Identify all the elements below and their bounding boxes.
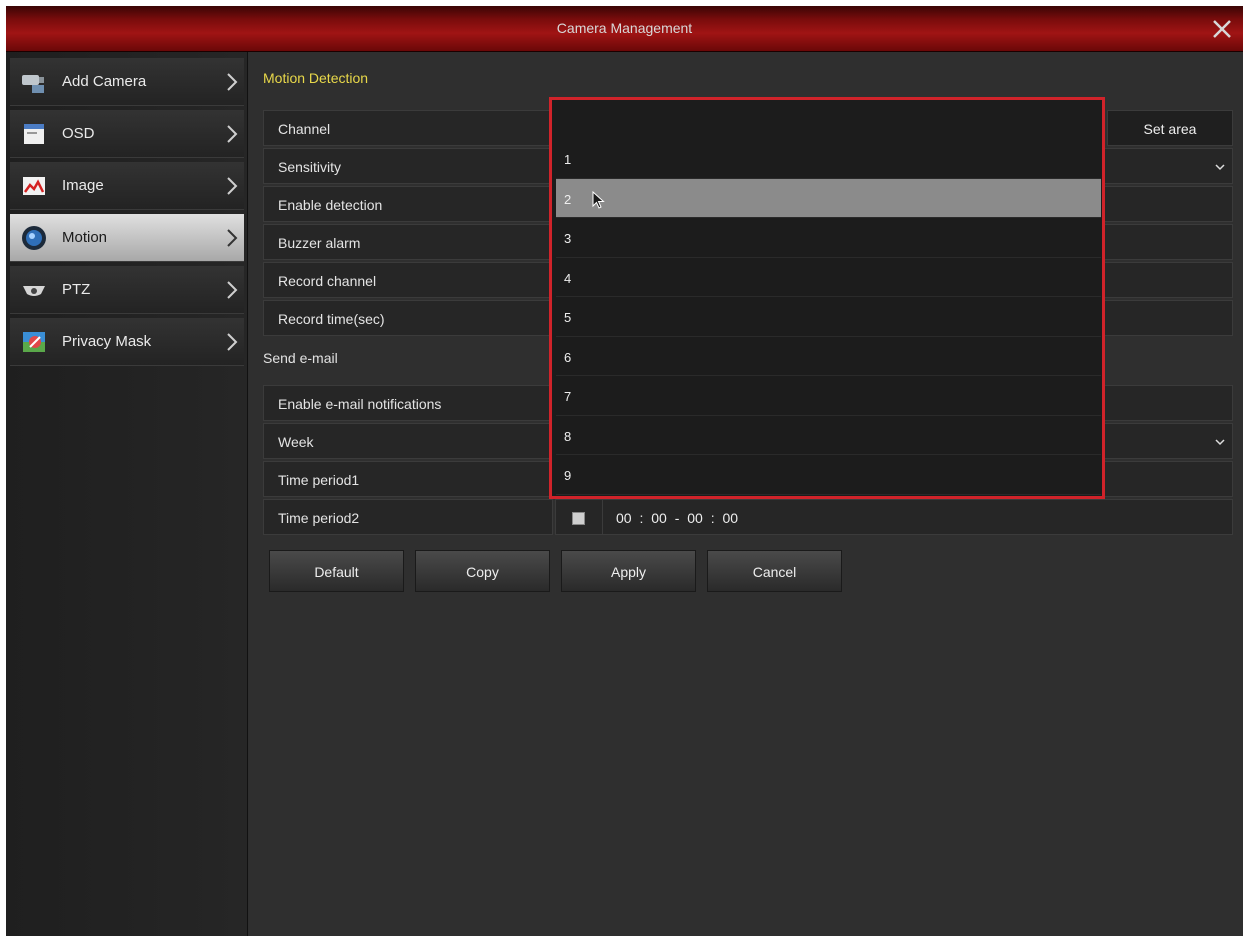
section-title: Motion Detection <box>263 70 369 86</box>
sidebar-item-label: Motion <box>62 229 108 246</box>
chevron-down-icon <box>1215 439 1225 446</box>
sidebar-item-add-camera[interactable]: Add Camera <box>10 58 244 106</box>
row-label: Time period2 <box>278 510 360 526</box>
motion-icon <box>22 226 46 250</box>
button-label: Copy <box>466 564 499 580</box>
row-time-period2: Time period2 <box>263 499 553 535</box>
dropdown-option-6[interactable]: 6 <box>556 337 1101 376</box>
chevron-right-icon <box>227 125 238 143</box>
chevron-right-icon <box>227 177 238 195</box>
button-label: Default <box>314 564 359 580</box>
row-record-time: Record time(sec) <box>263 300 553 336</box>
ptz-camera-icon <box>23 286 45 296</box>
time-period2-value: 00 : 00 - 00 : 00 <box>555 499 1233 535</box>
window-title: Camera Management <box>556 20 693 36</box>
copy-button[interactable]: Copy <box>415 550 550 592</box>
option-label: 9 <box>564 468 572 483</box>
option-label: 3 <box>564 231 572 246</box>
row-enable-email: Enable e-mail notifications <box>263 385 553 421</box>
row-buzzer-alarm: Buzzer alarm <box>263 224 553 260</box>
time-period2-checkbox[interactable] <box>572 512 585 525</box>
option-label: 4 <box>564 270 572 286</box>
dropdown-option-4[interactable]: 4 <box>556 258 1101 297</box>
option-label: 1 <box>564 152 572 167</box>
row-time-period1: Time period1 <box>263 461 553 497</box>
dropdown-option-7[interactable]: 7 <box>556 376 1101 416</box>
osd-icon <box>24 124 44 144</box>
time-period2-range[interactable]: 00 : 00 - 00 : 00 <box>616 510 738 526</box>
cancel-button[interactable]: Cancel <box>707 550 842 592</box>
row-label: Enable e-mail notifications <box>278 396 442 412</box>
chevron-right-icon <box>227 333 238 351</box>
sidebar-item-motion[interactable]: Motion <box>10 214 244 262</box>
dropdown-option-8[interactable]: 8 <box>556 416 1101 455</box>
sidebar-item-label: Image <box>62 177 104 194</box>
sidebar-item-label: Privacy Mask <box>62 333 152 350</box>
row-channel: Channel <box>263 110 553 146</box>
title-bar: Camera Management <box>6 6 1243 52</box>
dropdown-option-5[interactable]: 5 <box>556 297 1101 337</box>
row-record-channel: Record channel <box>263 262 553 298</box>
close-button[interactable] <box>1207 14 1237 44</box>
chevron-down-icon <box>1215 164 1225 171</box>
image-icon <box>23 177 45 195</box>
row-label: Time period1 <box>278 472 360 488</box>
sidebar-item-label: Add Camera <box>62 73 147 90</box>
set-area-button[interactable]: Set area <box>1107 110 1233 146</box>
sidebar-item-privacy-mask[interactable]: Privacy Mask <box>10 318 244 366</box>
option-label: 5 <box>564 310 572 325</box>
row-label: Enable detection <box>278 197 383 213</box>
row-label: Channel <box>278 121 331 137</box>
option-label: 8 <box>564 428 572 444</box>
dropdown-option-9[interactable]: 9 <box>556 455 1101 495</box>
option-label: 7 <box>564 389 572 404</box>
email-section-title: Send e-mail <box>263 350 338 366</box>
sidebar-item-ptz[interactable]: PTZ <box>10 266 244 314</box>
close-icon <box>1213 20 1231 38</box>
row-label: Week <box>278 434 314 450</box>
row-enable-detection: Enable detection <box>263 186 553 222</box>
button-label: Cancel <box>752 564 797 580</box>
chevron-right-icon <box>227 281 238 299</box>
divider <box>602 500 603 534</box>
row-sensitivity: Sensitivity <box>263 148 553 184</box>
sidebar-item-image[interactable]: Image <box>10 162 244 210</box>
set-area-label: Set area <box>1143 121 1197 137</box>
channel-dropdown-list: 1 2 3 4 5 6 7 8 9 <box>549 97 1105 499</box>
sidebar-item-label: PTZ <box>62 281 91 298</box>
apply-button[interactable]: Apply <box>561 550 696 592</box>
sidebar-item-osd[interactable]: OSD <box>10 110 244 158</box>
privacy-mask-icon <box>23 332 45 352</box>
chevron-right-icon <box>227 73 238 91</box>
row-label: Buzzer alarm <box>278 235 361 251</box>
row-label: Sensitivity <box>278 159 342 175</box>
mouse-cursor-icon <box>592 190 605 209</box>
dropdown-option-1[interactable]: 1 <box>556 139 1101 179</box>
default-button[interactable]: Default <box>269 550 404 592</box>
camera-icon <box>22 75 44 93</box>
row-label: Record time(sec) <box>278 311 385 327</box>
button-label: Apply <box>610 564 647 580</box>
sidebar-item-label: OSD <box>62 125 95 142</box>
row-week: Week <box>263 423 553 459</box>
option-label: 2 <box>564 191 572 207</box>
row-label: Record channel <box>278 273 377 289</box>
dropdown-option-3[interactable]: 3 <box>556 218 1101 258</box>
chevron-right-icon <box>227 229 238 247</box>
sidebar: Add Camera OSD Image Motion PTZ Privacy … <box>6 52 248 936</box>
dropdown-option-2[interactable]: 2 <box>556 178 1101 218</box>
option-label: 6 <box>564 349 572 365</box>
